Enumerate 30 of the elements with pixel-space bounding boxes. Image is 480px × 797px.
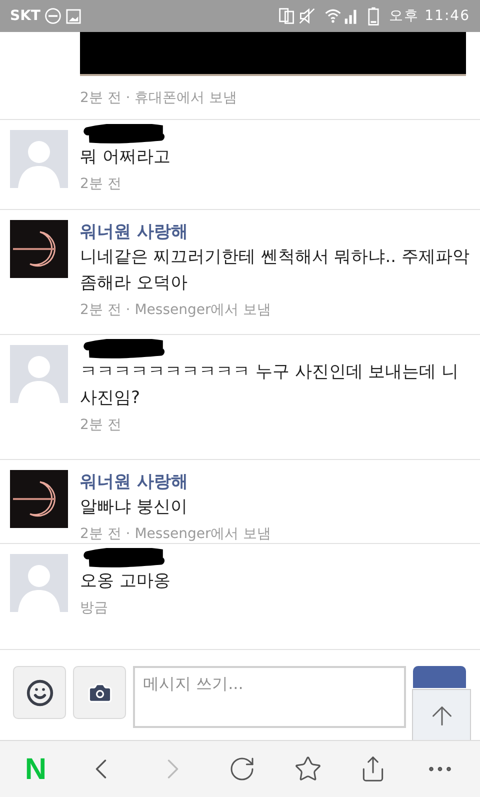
smiley-icon: [26, 678, 54, 706]
avatar-icon: [10, 130, 68, 188]
camera-button[interactable]: [73, 666, 126, 719]
message-input[interactable]: 메시지 쓰기...: [133, 666, 406, 728]
message-meta: 2분 전 · 휴대폰에서 보냄: [80, 89, 238, 108]
sender-name[interactable]: 워너원 사랑해: [80, 470, 272, 494]
message-meta: 2분 전: [80, 175, 122, 194]
minus-circle-icon: [44, 7, 62, 25]
signal-icon: [344, 8, 358, 24]
message-meta: 2분 전 · Messenger에서 보냄: [80, 525, 272, 544]
wifi-icon: [324, 7, 342, 25]
message-text: ㅋㅋㅋㅋㅋㅋㅋㅋㅋㅋ 누구 사진인데 보내는데 니사진임?: [80, 361, 460, 410]
phone-icon: [278, 7, 296, 25]
bookmark-icon[interactable]: [294, 755, 322, 783]
image-icon: [66, 8, 82, 24]
message-text: 니네같은 찌끄러기한테 쎈척해서 뭐하냐.. 주제파악 좀해라 오덕아: [80, 246, 470, 295]
avatar-icon: [10, 345, 68, 403]
message-text: 뭐 어쩌라고: [80, 146, 170, 169]
sender-name[interactable]: 워너원 사랑해: [80, 220, 470, 244]
carrier-label: SKT: [10, 6, 40, 26]
message-meta: 방금: [80, 599, 109, 618]
message-meta: 2분 전: [80, 416, 122, 435]
avatar-icon: [10, 554, 68, 612]
battery-icon: [368, 6, 380, 26]
emoji-button[interactable]: [13, 666, 66, 719]
message-meta: 2분 전 · Messenger에서 보냄: [80, 301, 272, 320]
clock-label: 오후 11:46: [389, 6, 470, 26]
message-text: 알빠냐 붕신이: [80, 496, 188, 519]
mute-icon: [298, 7, 316, 25]
message-text: 오옹 고마옹: [80, 570, 170, 593]
